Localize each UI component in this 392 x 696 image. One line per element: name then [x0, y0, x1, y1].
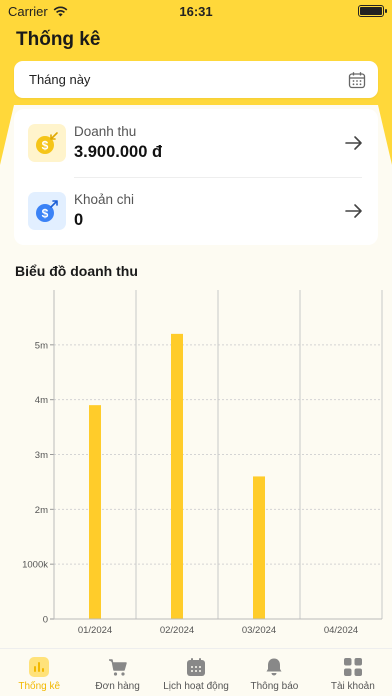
bar — [171, 333, 183, 619]
y-tick-label: 4m — [35, 395, 48, 406]
calendar-icon — [187, 658, 206, 676]
battery-icon — [358, 5, 387, 17]
expense-row[interactable]: $ Khoản chi 0 — [14, 177, 378, 245]
revenue-chart: 0 1000k 2m 3m 4m 5m 01/2024 02/2024 03/2024 04/20… — [0, 284, 392, 640]
tab-account[interactable]: Tài khoản — [314, 649, 392, 696]
tab-statistics[interactable]: Thống kê — [0, 649, 78, 696]
y-tick-label: 1000k — [22, 560, 48, 571]
clock: 16:31 — [179, 3, 213, 19]
tab-schedule[interactable]: Lịch hoạt động — [157, 649, 235, 696]
expense-label: Khoản chi — [74, 192, 135, 207]
income-row[interactable]: $ Doanh thu 3.900.000 đ — [14, 109, 378, 177]
summary-card: $ Doanh thu 3.900.000 đ $ Khoản chi 0 — [14, 109, 378, 245]
tab-notifications[interactable]: Thông báo — [235, 649, 313, 696]
x-tick-label: 04/2024 — [324, 625, 358, 636]
svg-text:$: $ — [42, 207, 49, 221]
bottom-tab-bar: Thống kê Đơn hàng Lịch hoạt động Thông b… — [0, 648, 392, 696]
x-tick-label: 03/2024 — [242, 625, 276, 636]
date-filter-select[interactable]: Tháng này — [14, 61, 378, 98]
tab-orders[interactable]: Đơn hàng — [78, 649, 156, 696]
cart-icon — [108, 659, 127, 676]
x-tick-label: 01/2024 — [78, 625, 112, 636]
y-tick-label: 5m — [35, 340, 48, 351]
expense-icon-box: $ — [28, 192, 66, 230]
tab-label: Thông báo — [250, 681, 299, 692]
svg-text:$: $ — [42, 139, 49, 153]
revenue-chart-svg: 0 1000k 2m 3m 4m 5m 01/2024 02/2024 03/2024 04/20… — [22, 290, 383, 636]
expense-dollar-icon: $ — [36, 200, 58, 222]
y-tick-label: 3m — [35, 450, 48, 461]
income-label: Doanh thu — [74, 124, 137, 139]
income-dollar-icon: $ — [36, 132, 58, 154]
arrow-right-icon[interactable] — [344, 133, 364, 153]
arrow-right-icon[interactable] — [344, 201, 364, 221]
grid-icon — [343, 658, 362, 676]
tab-label: Lịch hoạt động — [163, 681, 229, 692]
stats-icon — [29, 657, 50, 677]
tab-label: Thống kê — [18, 681, 61, 692]
x-tick-label: 02/2024 — [160, 625, 194, 636]
page-title: Thống kê — [16, 29, 101, 50]
bell-icon — [266, 658, 282, 676]
tab-label: Tài khoản — [330, 681, 375, 692]
bar — [89, 405, 101, 619]
chart-title: Biểu đồ doanh thu — [15, 263, 138, 279]
expense-value: 0 — [74, 211, 84, 229]
income-value: 3.900.000 đ — [74, 143, 163, 161]
calendar-icon[interactable] — [348, 71, 366, 89]
y-tick-label: 2m — [35, 505, 48, 516]
date-filter-value: Tháng này — [29, 72, 91, 87]
status-bar: Carrier 16:31 — [0, 0, 392, 22]
y-tick-label: 0 — [43, 615, 48, 626]
bar — [253, 476, 265, 619]
tab-label: Đơn hàng — [95, 681, 140, 692]
income-icon-box: $ — [28, 124, 66, 162]
